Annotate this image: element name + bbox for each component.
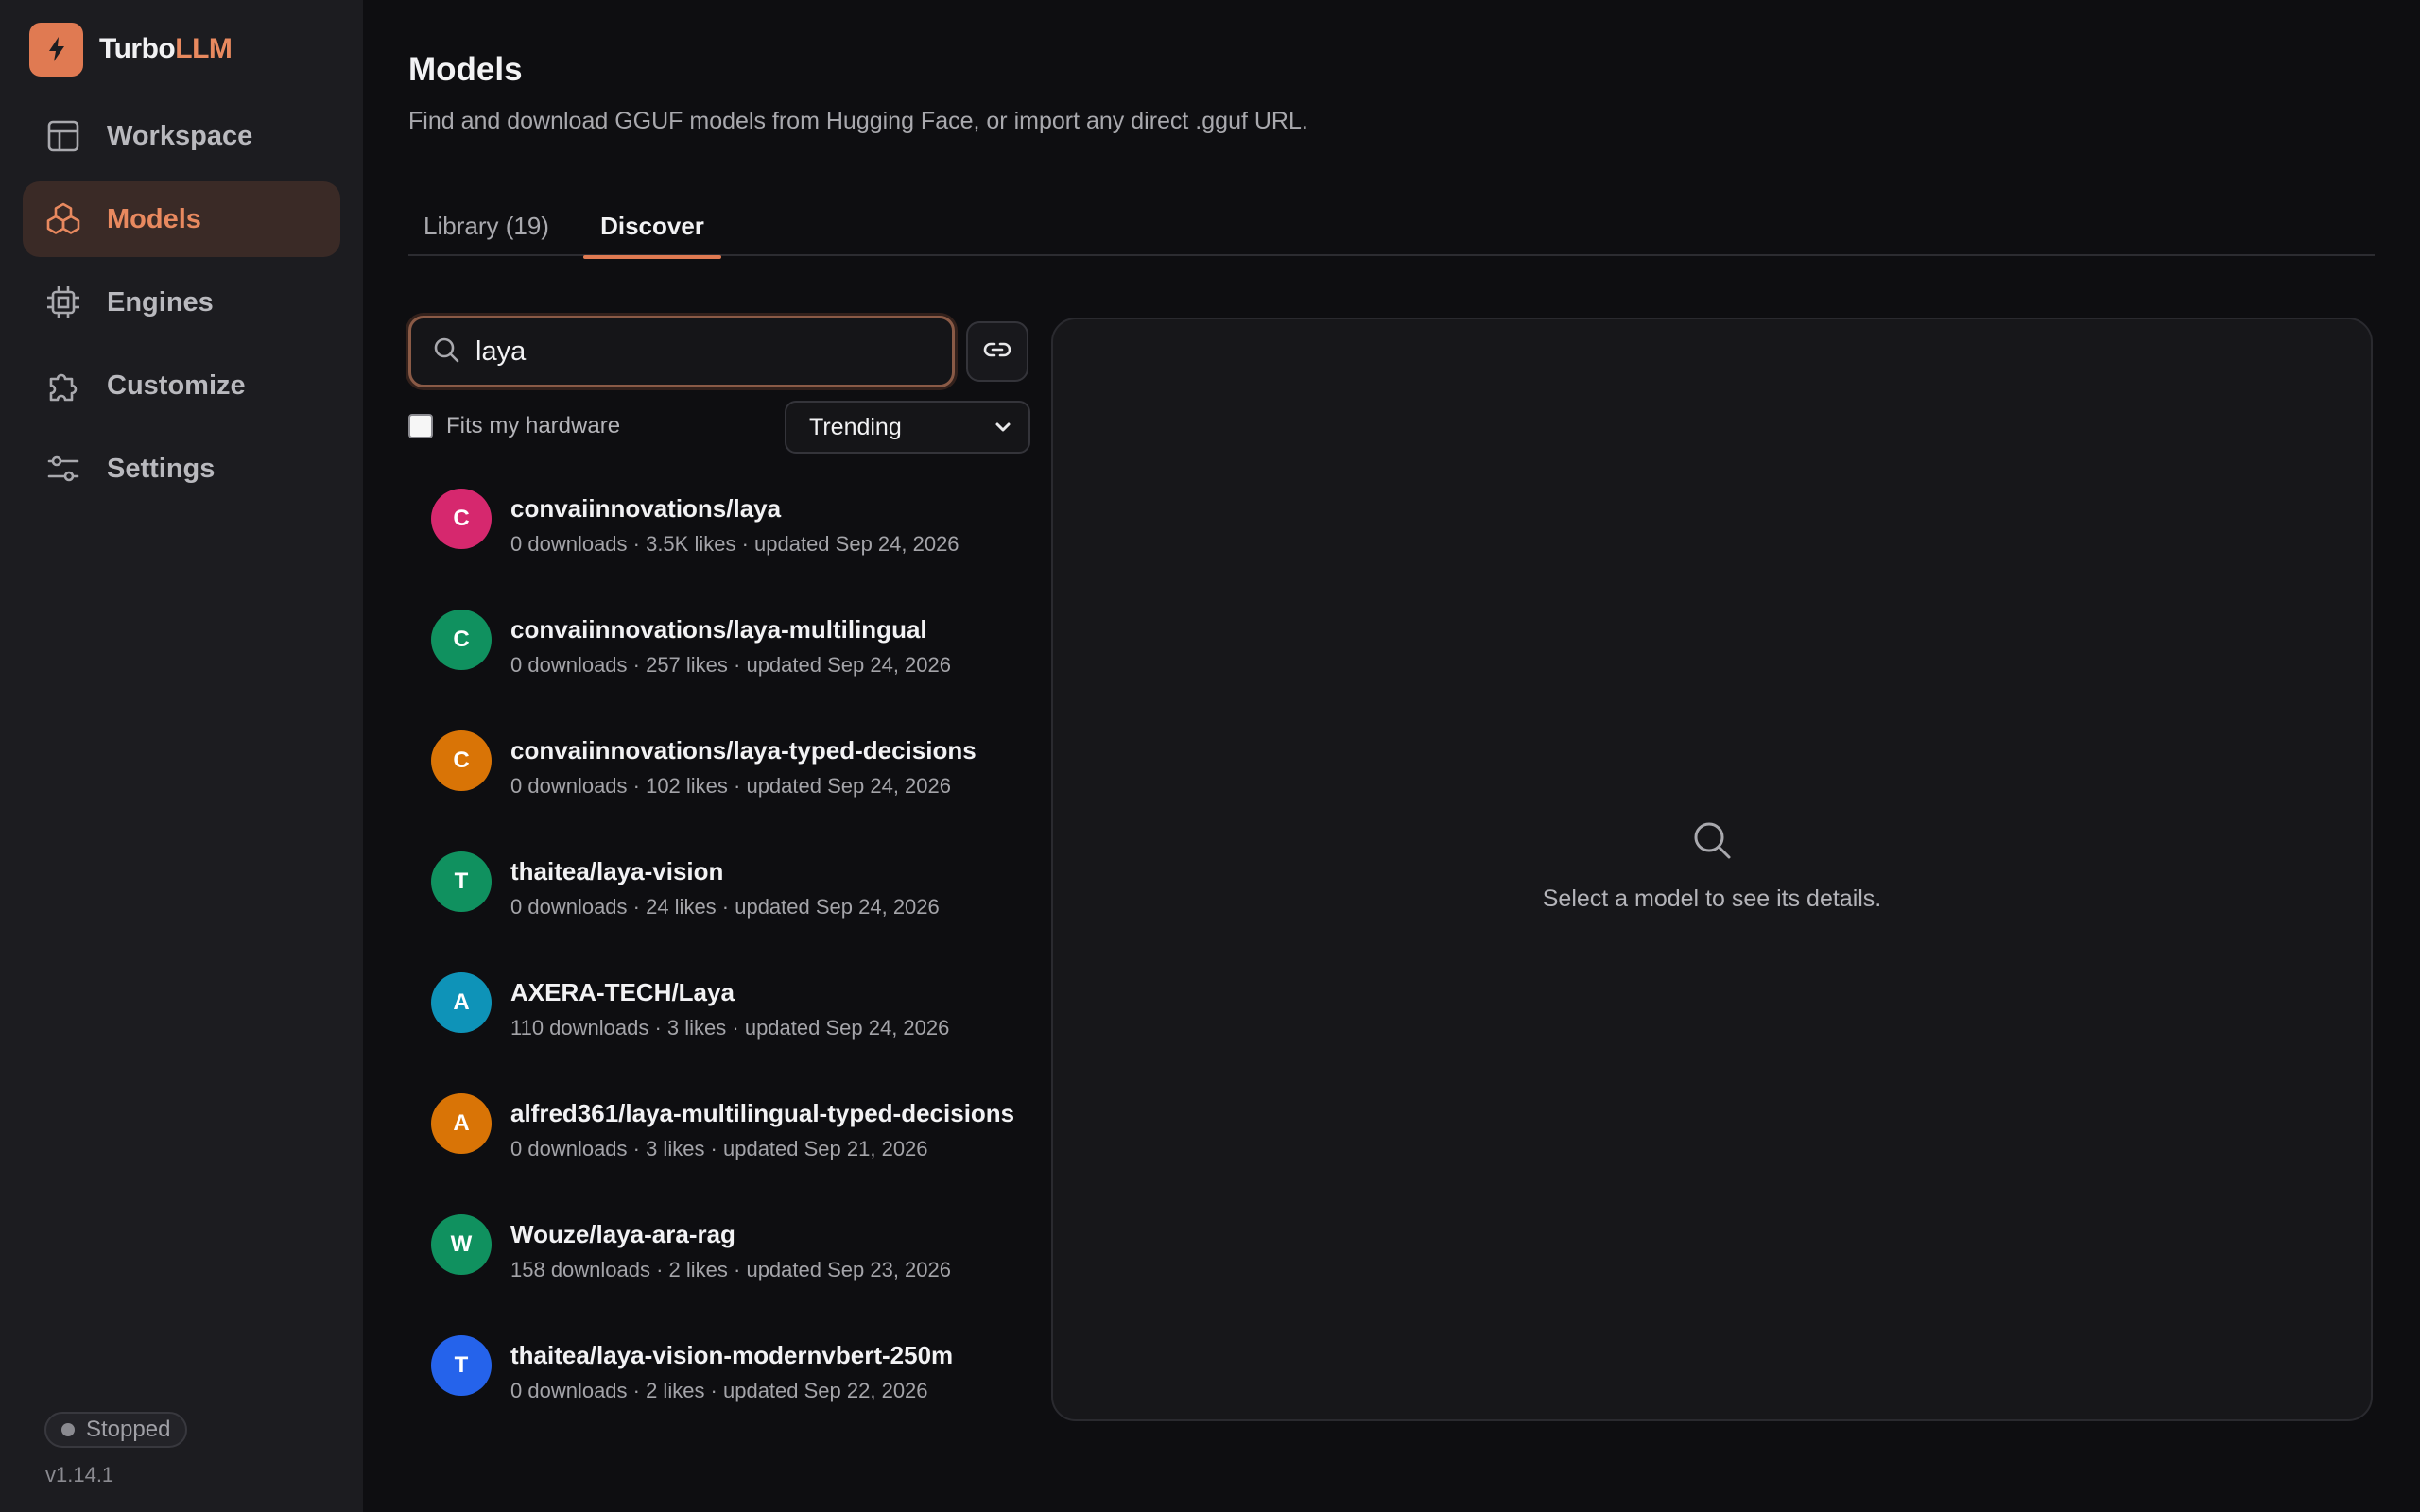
list-item[interactable]: A AXERA-TECH/Laya 110 downloads · 3 like…: [408, 961, 1032, 1082]
model-meta: 0 downloads · 3.5K likes · updated Sep 2…: [510, 532, 959, 556]
model-name: Wouze/laya-ara-rag: [510, 1220, 735, 1248]
list-item[interactable]: W Wouze/laya-ara-rag 158 downloads · 2 l…: [408, 1203, 1032, 1324]
bolt-icon: [29, 22, 83, 77]
chip-icon: [43, 283, 83, 322]
models-icon: [43, 199, 83, 239]
sort-value: Trending: [809, 413, 902, 440]
model-name: convaiinnovations/laya-multilingual: [510, 615, 927, 644]
model-meta: 0 downloads · 24 likes · updated Sep 24,…: [510, 895, 940, 919]
sidebar-item-label: Workspace: [107, 120, 253, 151]
list-item[interactable]: A alfred361/laya-multilingual-typed-deci…: [408, 1082, 1032, 1203]
sliders-icon: [43, 449, 83, 489]
sidebar-item-workspace[interactable]: Workspace: [23, 98, 340, 174]
list-item[interactable]: T thaitea/laya-vision-modernvbert-250m 0…: [408, 1324, 1032, 1445]
workspace-icon: [43, 116, 83, 156]
model-meta: 0 downloads · 257 likes · updated Sep 24…: [510, 653, 951, 677]
fits-hardware-label: Fits my hardware: [446, 413, 621, 438]
model-meta: 0 downloads · 102 likes · updated Sep 24…: [510, 774, 951, 798]
results-list: C convaiinnovations/laya 0 downloads · 3…: [408, 477, 1032, 1445]
brand: TurboLLM: [0, 0, 363, 98]
chevron-down-icon: [993, 417, 1013, 442]
list-item[interactable]: C convaiinnovations/laya 0 downloads · 3…: [408, 477, 1032, 598]
model-meta: 110 downloads · 3 likes · updated Sep 24…: [510, 1016, 950, 1040]
avatar: T: [431, 851, 492, 912]
empty-state: Select a model to see its details.: [1053, 818, 2371, 913]
model-name: thaitea/laya-vision: [510, 857, 724, 885]
engine-status-badge: Stopped: [44, 1412, 188, 1448]
import-url-button[interactable]: [966, 321, 1028, 382]
search-input[interactable]: [475, 335, 929, 368]
status-dot-icon: [61, 1423, 75, 1436]
sidebar-item-label: Settings: [107, 453, 216, 484]
model-name: alfred361/laya-multilingual-typed-decisi…: [510, 1099, 1015, 1127]
avatar: W: [431, 1214, 492, 1275]
main-content: Models Find and download GGUF models fro…: [363, 0, 2420, 1512]
sidebar-item-customize[interactable]: Customize: [23, 348, 340, 423]
model-name: AXERA-TECH/Laya: [510, 978, 735, 1006]
avatar: A: [431, 1093, 492, 1154]
sidebar-item-engines[interactable]: Engines: [23, 265, 340, 340]
sidebar-nav: Workspace Models Engines Customize Setti…: [0, 98, 363, 507]
sidebar-item-label: Models: [107, 203, 201, 234]
avatar: T: [431, 1335, 492, 1396]
filter-row: Fits my hardware Trending: [408, 401, 1030, 463]
search-field[interactable]: [408, 316, 955, 387]
tab-bar: Library (19) Discover: [408, 196, 2375, 259]
list-item[interactable]: C convaiinnovations/laya-multilingual 0 …: [408, 598, 1032, 719]
sidebar-item-models[interactable]: Models: [23, 181, 340, 257]
status-text: Stopped: [86, 1417, 171, 1442]
tab-discover[interactable]: Discover: [583, 196, 721, 259]
avatar: C: [431, 730, 492, 791]
app-version: v1.14.1: [45, 1463, 114, 1486]
avatar: C: [431, 610, 492, 670]
puzzle-icon: [43, 366, 83, 405]
search-icon: [1690, 822, 1734, 866]
sidebar-item-label: Customize: [107, 369, 246, 401]
link-icon: [982, 335, 1012, 369]
list-item[interactable]: C convaiinnovations/laya-typed-decisions…: [408, 719, 1032, 840]
empty-state-message: Select a model to see its details.: [1542, 885, 1882, 912]
list-item[interactable]: T thaitea/laya-vision 0 downloads · 24 l…: [408, 840, 1032, 961]
avatar: C: [431, 489, 492, 549]
sort-select[interactable]: Trending: [785, 401, 1030, 454]
model-meta: 158 downloads · 2 likes · updated Sep 23…: [510, 1258, 951, 1281]
model-detail-panel: Select a model to see its details.: [1051, 318, 2373, 1421]
page-title: Models: [408, 51, 523, 88]
model-name: convaiinnovations/laya: [510, 494, 782, 523]
avatar: A: [431, 972, 492, 1033]
sidebar: TurboLLM Workspace Models Engines Custom…: [0, 0, 363, 1512]
model-meta: 0 downloads · 2 likes · updated Sep 22, …: [510, 1379, 928, 1402]
model-name: thaitea/laya-vision-modernvbert-250m: [510, 1341, 954, 1369]
sidebar-item-label: Engines: [107, 286, 214, 318]
sidebar-item-settings[interactable]: Settings: [23, 431, 340, 507]
model-meta: 0 downloads · 3 likes · updated Sep 21, …: [510, 1137, 928, 1160]
tab-library[interactable]: Library (19): [408, 196, 564, 256]
page-subtitle: Find and download GGUF models from Huggi…: [408, 108, 1308, 134]
fits-hardware-checkbox[interactable]: [408, 414, 433, 438]
model-name: convaiinnovations/laya-typed-decisions: [510, 736, 977, 765]
brand-name: TurboLLM: [99, 33, 233, 64]
search-icon: [432, 335, 460, 369]
